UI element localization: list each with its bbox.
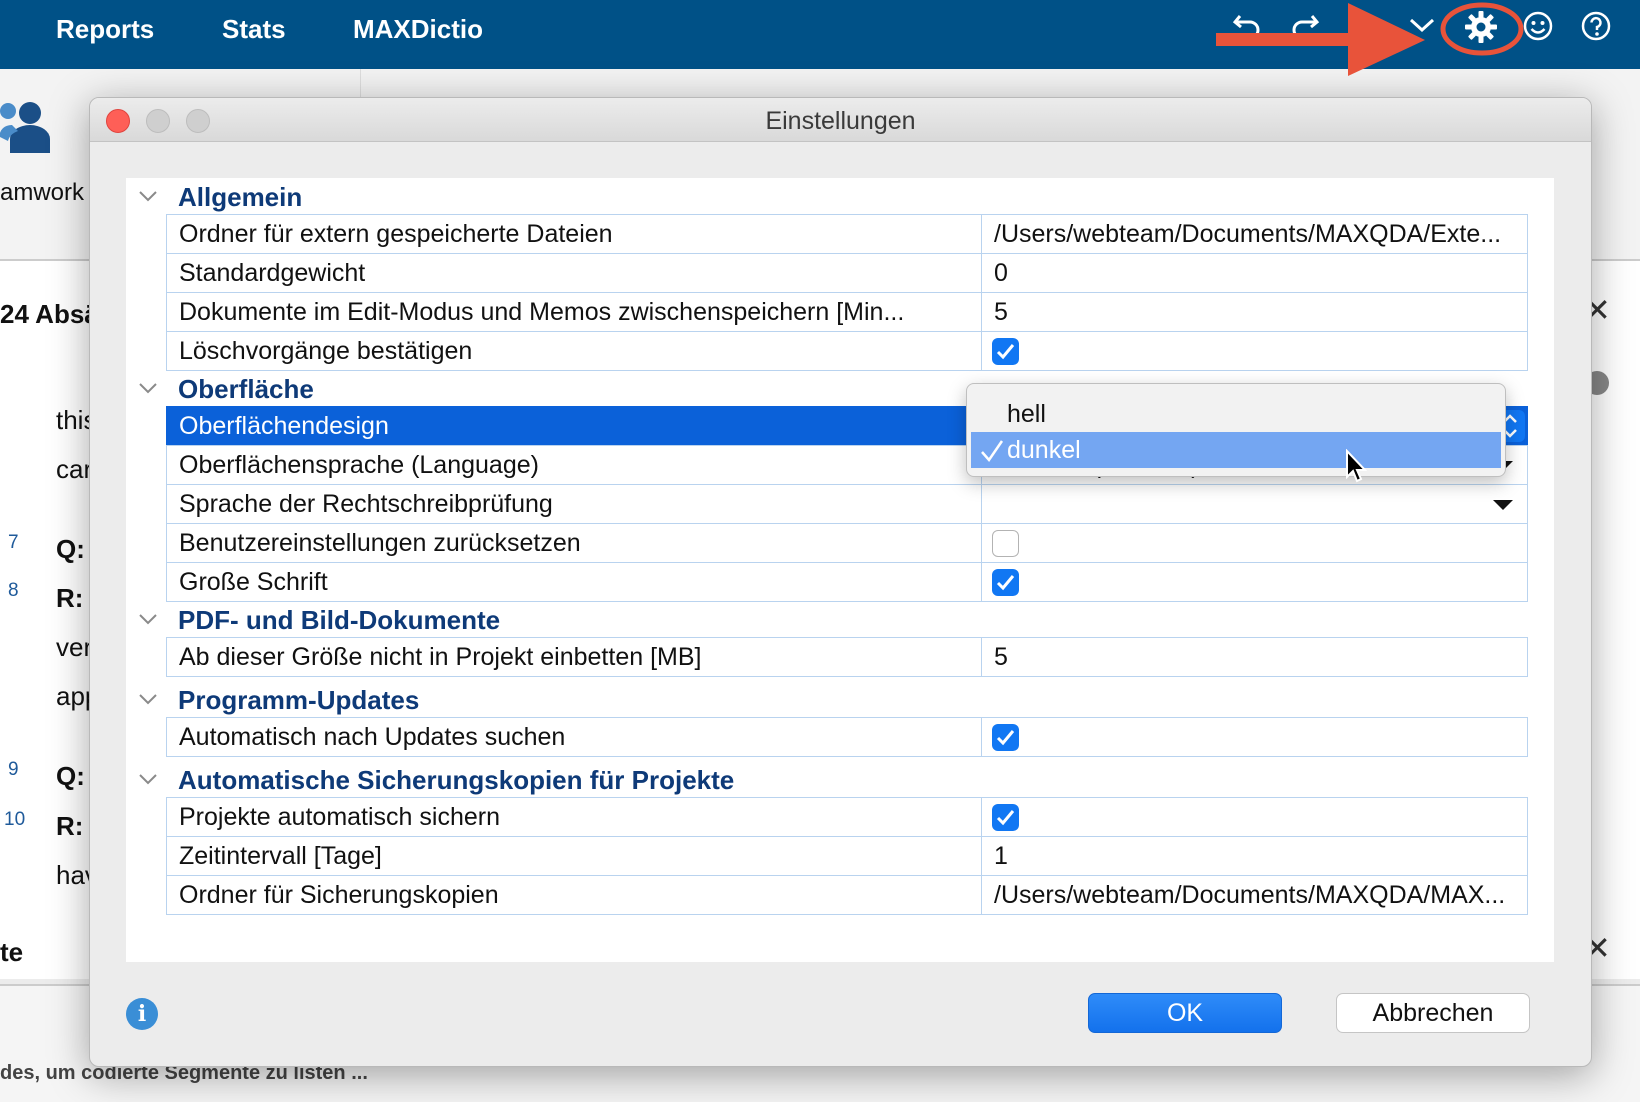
section-program-updates[interactable]: Programm-Updates xyxy=(126,681,1554,719)
section-label: Programm-Updates xyxy=(178,685,420,715)
mouse-cursor-icon xyxy=(1346,449,1368,483)
chevron-down-icon[interactable] xyxy=(138,769,158,789)
setting-name: Sprache der Rechtschreibprüfung xyxy=(167,485,982,523)
question-label: Q: xyxy=(56,534,85,564)
line-number: 8 xyxy=(8,580,19,601)
checkmark-icon xyxy=(979,432,1005,478)
settings-dialog: Einstellungen Allgemein Ordner für exter… xyxy=(89,97,1592,1067)
setting-row-autosave-interval[interactable]: Dokumente im Edit-Modus und Memos zwisch… xyxy=(166,292,1528,332)
question-label: Q: xyxy=(56,761,85,791)
response-label: R: xyxy=(56,583,84,613)
setting-value-cell xyxy=(982,563,1527,601)
setting-row-external-folder[interactable]: Ordner für extern gespeicherte Dateien /… xyxy=(166,214,1528,254)
checkbox-checked[interactable] xyxy=(992,724,1019,751)
setting-value-cell xyxy=(982,798,1527,836)
bottom-panel-title: te xyxy=(0,937,24,967)
app-toolbar: Reports Stats MAXDictio xyxy=(0,0,1640,69)
setting-row-auto-backup[interactable]: Projekte automatisch sichern xyxy=(166,797,1528,837)
setting-value-cell xyxy=(982,332,1527,370)
panel-title: 24 Absä xyxy=(0,299,99,329)
setting-name: Ab dieser Größe nicht in Projekt einbett… xyxy=(167,638,982,676)
setting-name: Große Schrift xyxy=(167,563,982,601)
setting-row-backup-interval[interactable]: Zeitintervall [Tage] 1 xyxy=(166,836,1528,876)
checkbox-checked[interactable] xyxy=(992,569,1019,596)
setting-row-standardgewicht[interactable]: Standardgewicht 0 xyxy=(166,253,1528,293)
dropdown-option-hell[interactable]: hell xyxy=(971,396,1501,432)
setting-row-auto-update[interactable]: Automatisch nach Updates suchen xyxy=(166,717,1528,757)
setting-row-large-font[interactable]: Große Schrift xyxy=(166,562,1528,602)
response-label: R: xyxy=(56,811,84,841)
setting-name: Löschvorgänge bestätigen xyxy=(167,332,982,370)
setting-value[interactable]: 5 xyxy=(982,638,1527,676)
setting-row-backup-folder[interactable]: Ordner für Sicherungskopien /Users/webte… xyxy=(166,875,1528,915)
checkbox-checked[interactable] xyxy=(992,804,1019,831)
setting-name: Oberflächensprache (Language) xyxy=(167,446,982,484)
info-icon[interactable]: i xyxy=(126,998,158,1030)
smiley-icon[interactable] xyxy=(1522,10,1554,50)
line-number: 9 xyxy=(8,759,19,780)
menu-stats[interactable]: Stats xyxy=(222,14,286,45)
section-allgemein[interactable]: Allgemein xyxy=(126,178,1554,216)
setting-value-cell xyxy=(982,718,1527,756)
setting-value-cell xyxy=(982,524,1527,562)
setting-name: Zeitintervall [Tage] xyxy=(167,837,982,875)
cancel-button[interactable]: Abbrechen xyxy=(1336,993,1530,1033)
setting-row-reset-settings[interactable]: Benutzereinstellungen zurücksetzen xyxy=(166,523,1528,563)
dropdown-option-label: dunkel xyxy=(1007,436,1081,464)
text-snippet: ver xyxy=(56,632,93,662)
section-label: Oberfläche xyxy=(178,374,314,404)
chevron-down-icon[interactable] xyxy=(138,609,158,629)
checkbox-unchecked[interactable] xyxy=(992,530,1019,557)
line-number: 10 xyxy=(4,809,26,830)
dropdown-option-dunkel[interactable]: dunkel xyxy=(971,432,1501,468)
dialog-titlebar[interactable]: Einstellungen xyxy=(90,98,1591,142)
ok-button[interactable]: OK xyxy=(1088,993,1282,1033)
chevron-down-icon[interactable] xyxy=(1408,10,1436,48)
setting-name: Standardgewicht xyxy=(167,254,982,292)
setting-name: Benutzereinstellungen zurücksetzen xyxy=(167,524,982,562)
section-label: Allgemein xyxy=(178,182,303,212)
section-label: PDF- und Bild-Dokumente xyxy=(178,605,501,635)
chevron-down-icon[interactable] xyxy=(138,378,158,398)
checkbox-checked[interactable] xyxy=(992,338,1019,365)
design-dropdown-menu: hell dunkel xyxy=(966,383,1506,477)
setting-name: Dokumente im Edit-Modus und Memos zwisch… xyxy=(167,293,982,331)
chevron-down-icon[interactable] xyxy=(138,186,158,206)
setting-value[interactable]: /Users/webteam/Documents/MAXQDA/MAX... xyxy=(982,876,1527,914)
section-pdf-image[interactable]: PDF- und Bild-Dokumente xyxy=(126,601,1554,639)
setting-row-spellcheck-language[interactable]: Sprache der Rechtschreibprüfung xyxy=(166,484,1528,524)
settings-list: Allgemein Ordner für extern gespeicherte… xyxy=(126,178,1554,962)
setting-name: Oberflächendesign xyxy=(167,407,982,445)
help-icon[interactable] xyxy=(1580,10,1612,50)
chevron-down-icon[interactable] xyxy=(138,689,158,709)
setting-row-embed-size[interactable]: Ab dieser Größe nicht in Projekt einbett… xyxy=(166,637,1528,677)
teamwork-icon[interactable] xyxy=(0,97,54,158)
setting-value[interactable]: 0 xyxy=(982,254,1527,292)
teamwork-label[interactable]: amwork xyxy=(0,179,84,207)
setting-name: Automatisch nach Updates suchen xyxy=(167,718,982,756)
setting-value[interactable]: /Users/webteam/Documents/MAXQDA/Exte... xyxy=(982,215,1527,253)
menu-reports[interactable]: Reports xyxy=(56,14,154,45)
setting-name: Projekte automatisch sichern xyxy=(167,798,982,836)
line-number: 7 xyxy=(8,532,19,553)
redo-icon[interactable] xyxy=(1290,10,1320,48)
gear-icon[interactable] xyxy=(1464,10,1498,52)
menu-maxdictio[interactable]: MAXDictio xyxy=(353,14,483,45)
section-auto-backups[interactable]: Automatische Sicherungskopien für Projek… xyxy=(126,761,1554,799)
dialog-title: Einstellungen xyxy=(765,107,916,135)
setting-name: Ordner für Sicherungskopien xyxy=(167,876,982,914)
setting-value[interactable]: 5 xyxy=(982,293,1527,331)
setting-name: Ordner für extern gespeicherte Dateien xyxy=(167,215,982,253)
dropdown-arrow-icon[interactable] xyxy=(1493,500,1513,510)
section-label: Automatische Sicherungskopien für Projek… xyxy=(178,765,735,795)
setting-value[interactable]: 1 xyxy=(982,837,1527,875)
undo-icon[interactable] xyxy=(1232,10,1262,48)
setting-row-confirm-delete[interactable]: Löschvorgänge bestätigen xyxy=(166,331,1528,371)
text-snippet: car xyxy=(56,454,93,484)
setting-value[interactable] xyxy=(982,485,1527,523)
